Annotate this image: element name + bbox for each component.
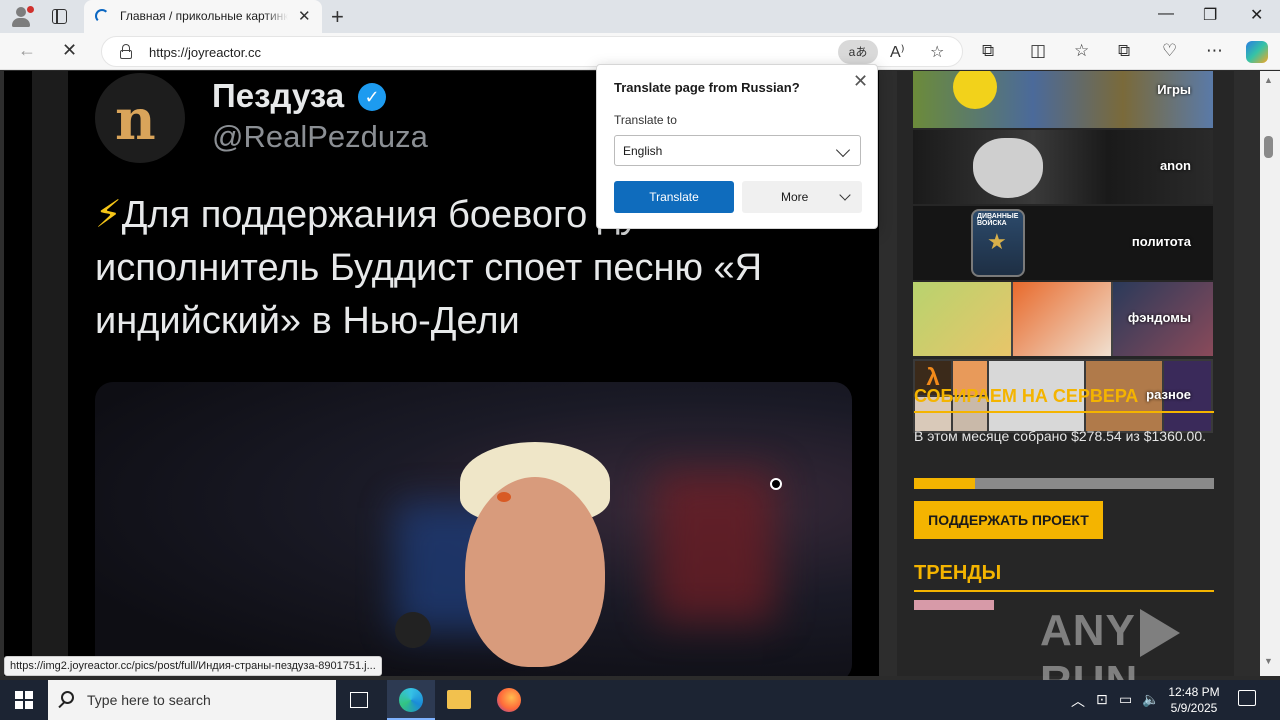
server-fund-text: В этом месяце собрано $278.54 из $1360.0…: [914, 428, 1206, 444]
support-project-button[interactable]: ПОДДЕРЖАТЬ ПРОЕКТ: [914, 501, 1103, 539]
loading-spinner-icon: [95, 9, 109, 23]
trend-thumbnail[interactable]: [914, 600, 994, 610]
lightning-icon: ⚡: [95, 194, 122, 236]
status-bar-url: https://img2.joyreactor.cc/pics/post/ful…: [4, 656, 382, 676]
tweet-author: Пездуза: [212, 77, 345, 114]
server-fund-heading: СОБИРАЕМ НА СЕРВЕРА: [914, 386, 1139, 406]
fund-progress-bar: [914, 478, 1214, 489]
verified-badge-icon: ✓: [358, 83, 386, 111]
volume-icon[interactable]: 🔈: [1142, 691, 1159, 708]
category-fandoms[interactable]: фэндомы: [913, 282, 1213, 356]
address-bar[interactable]: https://joyreactor.cc aあ A⁾ ☆: [101, 36, 963, 67]
firefox-icon[interactable]: [485, 680, 533, 720]
translate-icon[interactable]: aあ: [838, 40, 878, 64]
category-games[interactable]: Игры: [913, 71, 1213, 128]
close-window-button[interactable]: ✕: [1250, 5, 1263, 25]
trends-heading: ТРЕНДЫ: [914, 562, 1002, 584]
translate-popup-title: Translate page from Russian?: [614, 80, 800, 95]
tab-active[interactable]: Главная / прикольные картинки ✕: [84, 0, 322, 33]
stop-loading-icon[interactable]: ✕: [62, 40, 77, 61]
translate-to-label: Translate to: [614, 113, 677, 127]
scroll-down-icon[interactable]: ▼: [1264, 656, 1273, 666]
extensions-icon[interactable]: ⧉: [982, 41, 994, 61]
tray-chevron-icon[interactable]: ︿: [1071, 691, 1085, 711]
chevron-down-icon: [835, 142, 851, 158]
tab-actions-icon[interactable]: [50, 7, 70, 27]
badge-icon: ДИВАННЫЕ ВОЙСКА ★: [971, 209, 1025, 277]
scrollbar-thumb[interactable]: [1264, 136, 1273, 158]
tab-close-icon[interactable]: ✕: [298, 7, 311, 25]
minimize-button[interactable]: —: [1158, 5, 1174, 23]
scroll-up-icon[interactable]: ▲: [1264, 75, 1273, 85]
more-menu-icon[interactable]: ⋯: [1206, 41, 1223, 61]
category-anon[interactable]: anon: [913, 130, 1213, 204]
chevron-down-icon: [839, 189, 851, 201]
divider: [914, 411, 1214, 413]
back-icon[interactable]: ←: [18, 40, 36, 61]
windows-start-icon[interactable]: [15, 691, 33, 709]
more-button[interactable]: More: [742, 181, 862, 213]
lock-icon[interactable]: [120, 44, 132, 59]
favorite-star-icon[interactable]: ☆: [930, 42, 944, 62]
language-select[interactable]: English: [614, 135, 861, 166]
taskbar: Type here to search ︿ ⊡ ▭ 🔈 12:48 PM 5/9…: [0, 680, 1280, 720]
notifications-icon[interactable]: [1238, 690, 1256, 706]
scrollbar[interactable]: [1260, 71, 1280, 676]
browser-essentials-icon[interactable]: ♡: [1162, 41, 1177, 61]
file-explorer-icon[interactable]: [435, 680, 483, 720]
new-tab-icon[interactable]: +: [331, 4, 344, 30]
tab-bar: Главная / прикольные картинки ✕ + — ❐ ✕: [0, 0, 1280, 33]
tab-title: Главная / прикольные картинки: [120, 9, 288, 23]
fund-progress-fill: [914, 478, 976, 489]
divider: [914, 590, 1214, 592]
translate-popup: Translate page from Russian? ✕ Translate…: [596, 64, 878, 229]
taskbar-search[interactable]: Type here to search: [48, 680, 336, 720]
tweet-handle: @RealPezduza: [212, 119, 428, 154]
clock[interactable]: 12:48 PM 5/9/2025: [1164, 684, 1224, 716]
profile-icon[interactable]: [8, 4, 34, 30]
copilot-icon[interactable]: [1246, 41, 1268, 63]
sidebar: Игры anon ДИВАННЫЕ ВОЙСКА ★ политота фэн…: [879, 71, 1260, 676]
tweet-photo: [95, 382, 852, 676]
guy-fawkes-mask-icon: [973, 138, 1043, 198]
read-aloud-icon[interactable]: A⁾: [890, 42, 905, 62]
network-icon[interactable]: ▭: [1119, 691, 1132, 708]
restore-button[interactable]: ❐: [1203, 5, 1217, 25]
mouse-cursor-icon: [770, 478, 782, 490]
favorites-icon[interactable]: ☆: [1074, 41, 1089, 61]
tray-device-icon[interactable]: ⊡: [1096, 691, 1108, 708]
collections-icon[interactable]: ⧉: [1118, 41, 1130, 61]
edge-taskbar-icon[interactable]: [387, 680, 435, 720]
url-text[interactable]: https://joyreactor.cc: [149, 45, 261, 60]
avatar: n: [95, 73, 185, 163]
translate-button[interactable]: Translate: [614, 181, 734, 213]
category-politics[interactable]: ДИВАННЫЕ ВОЙСКА ★ политота: [913, 206, 1213, 280]
task-view-icon[interactable]: [350, 692, 368, 708]
split-screen-icon[interactable]: ◫: [1030, 41, 1046, 61]
close-icon[interactable]: ✕: [853, 71, 868, 92]
